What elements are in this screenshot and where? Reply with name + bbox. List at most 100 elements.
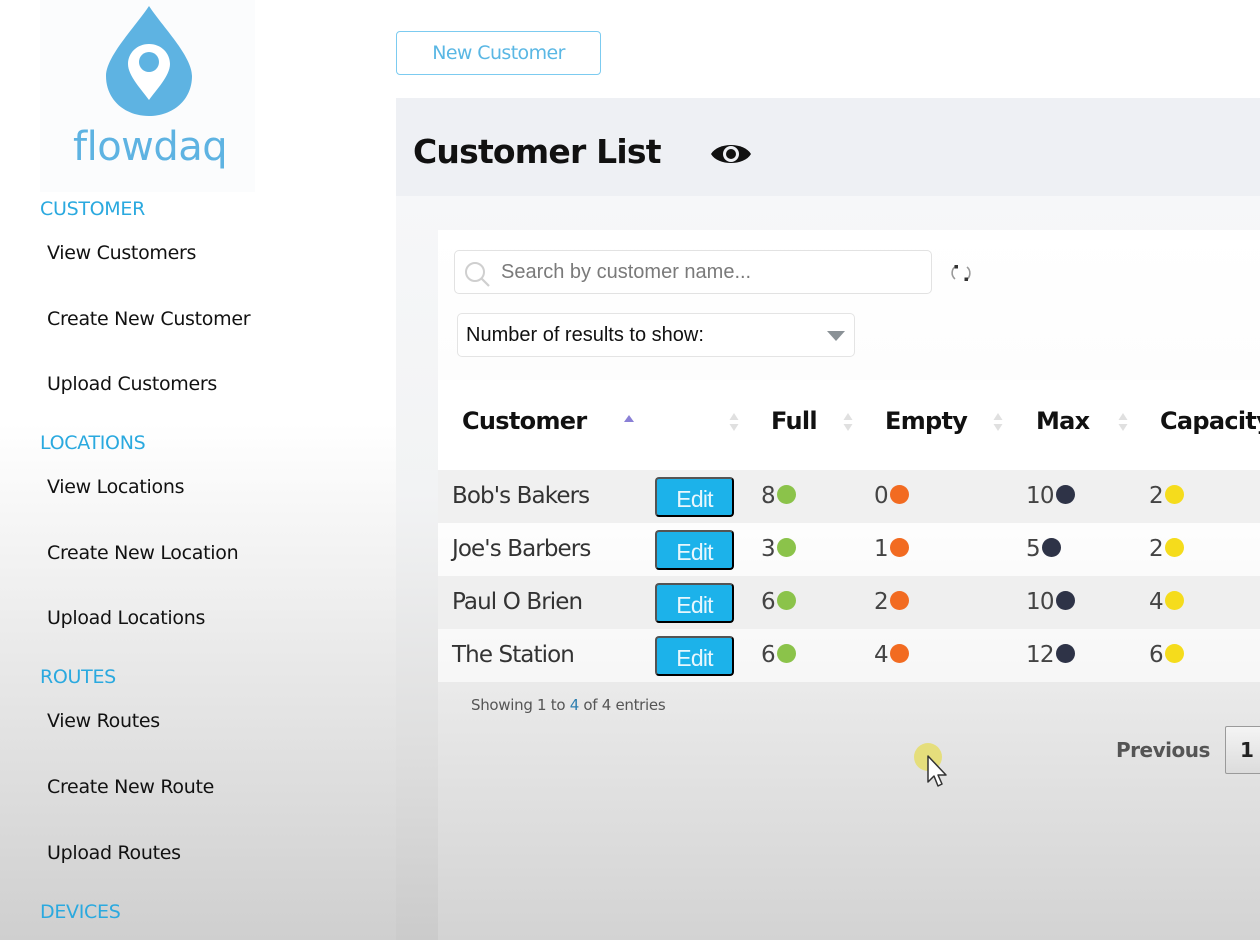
empty-value: 0 <box>874 483 889 509</box>
max-status-dot-icon <box>1041 538 1061 557</box>
max-status-dot-icon <box>1055 591 1075 610</box>
empty-value: 4 <box>874 642 889 668</box>
nav-upload-routes[interactable]: Upload Routes <box>47 842 181 864</box>
table-info: Showing 1 to 4 of 4 entries <box>471 696 666 714</box>
refresh-icon[interactable] <box>950 262 972 284</box>
nav-view-locations[interactable]: View Locations <box>47 476 184 498</box>
info-prefix: Showing 1 to <box>471 696 570 714</box>
column-header-full[interactable]: Full <box>771 407 818 435</box>
capacity-status-dot-icon <box>1164 538 1184 557</box>
empty-status-dot-icon <box>889 485 909 504</box>
capacity-count: 2 <box>1149 536 1184 562</box>
empty-status-dot-icon <box>889 591 909 610</box>
full-count: 6 <box>761 642 796 668</box>
column-header-max[interactable]: Max <box>1036 407 1090 435</box>
capacity-status-dot-icon <box>1164 591 1184 610</box>
chevron-down-icon <box>827 331 845 341</box>
info-highlight: 4 <box>569 696 580 714</box>
nav-upload-customers[interactable]: Upload Customers <box>47 373 217 395</box>
max-status-dot-icon <box>1055 485 1075 504</box>
results-per-page-label: Number of results to show: <box>466 324 704 346</box>
mouse-cursor-icon <box>927 755 947 787</box>
new-customer-button[interactable]: New Customer <box>396 31 601 75</box>
customer-name: Joe's Barbers <box>452 536 591 562</box>
max-value: 5 <box>1026 536 1041 562</box>
capacity-value: 2 <box>1149 536 1164 562</box>
max-count: 10 <box>1026 589 1075 615</box>
empty-count: 1 <box>874 536 909 562</box>
table-row: Bob's Bakers Edit 8 0 10 2 <box>438 470 1260 523</box>
empty-status-dot-icon <box>889 644 909 663</box>
nav-upload-locations[interactable]: Upload Locations <box>47 607 205 629</box>
sort-icon[interactable] <box>843 411 853 433</box>
column-header-empty[interactable]: Empty <box>885 407 968 435</box>
max-count: 5 <box>1026 536 1061 562</box>
nav-view-customers[interactable]: View Customers <box>47 242 196 264</box>
table-header: Customer Full Empty Max Capacity <box>438 380 1260 470</box>
edit-button[interactable]: Edit <box>655 583 734 623</box>
full-value: 8 <box>761 483 776 509</box>
nav-create-new-location[interactable]: Create New Location <box>47 542 239 564</box>
full-value: 3 <box>761 536 776 562</box>
pagination-previous[interactable]: Previous <box>1116 738 1210 762</box>
full-count: 3 <box>761 536 796 562</box>
results-per-page-select[interactable]: Number of results to show: <box>457 313 855 357</box>
full-value: 6 <box>761 589 776 615</box>
capacity-count: 6 <box>1149 642 1184 668</box>
sort-icon[interactable] <box>1118 411 1128 433</box>
full-count: 8 <box>761 483 796 509</box>
column-header-customer[interactable]: Customer <box>462 407 587 435</box>
brand-name: flowdaq <box>73 124 228 170</box>
max-value: 12 <box>1026 642 1054 668</box>
capacity-count: 2 <box>1149 483 1184 509</box>
max-status-dot-icon <box>1055 644 1075 663</box>
empty-count: 0 <box>874 483 909 509</box>
column-header-capacity[interactable]: Capacity <box>1160 407 1260 435</box>
search-input[interactable] <box>501 251 921 293</box>
search-box[interactable] <box>454 250 932 294</box>
pagination-page-1[interactable]: 1 <box>1225 726 1260 774</box>
sort-ascending-icon[interactable] <box>624 411 634 433</box>
section-title-devices: DEVICES <box>40 901 121 923</box>
sort-icon[interactable] <box>729 411 739 433</box>
section-title-routes: ROUTES <box>40 666 116 688</box>
max-count: 10 <box>1026 483 1075 509</box>
empty-status-dot-icon <box>889 538 909 557</box>
table-row: Paul O Brien Edit 6 2 10 4 <box>438 576 1260 629</box>
edit-button[interactable]: Edit <box>655 636 734 676</box>
location-drop-icon <box>106 6 192 116</box>
capacity-status-dot-icon <box>1164 485 1184 504</box>
sort-icon[interactable] <box>993 411 1003 433</box>
empty-count: 4 <box>874 642 909 668</box>
full-status-dot-icon <box>776 644 796 663</box>
customer-name: The Station <box>452 642 575 668</box>
info-suffix: of 4 entries <box>578 696 666 714</box>
full-status-dot-icon <box>776 485 796 504</box>
max-value: 10 <box>1026 589 1054 615</box>
capacity-status-dot-icon <box>1164 644 1184 663</box>
customer-table-card: Number of results to show: Customer Full… <box>438 230 1260 940</box>
sidebar: flowdaq CUSTOMER View Customers Create N… <box>0 0 396 940</box>
capacity-value: 6 <box>1149 642 1164 668</box>
search-icon <box>465 262 490 287</box>
content-area: Number of results to show: Customer Full… <box>396 196 1260 940</box>
max-count: 12 <box>1026 642 1075 668</box>
full-status-dot-icon <box>776 591 796 610</box>
eye-icon[interactable] <box>710 138 752 170</box>
empty-value: 2 <box>874 589 889 615</box>
capacity-count: 4 <box>1149 589 1184 615</box>
customer-name: Paul O Brien <box>452 589 583 615</box>
table-row: Joe's Barbers Edit 3 1 5 2 <box>438 523 1260 576</box>
table-row: The Station Edit 6 4 12 6 <box>438 629 1260 682</box>
full-count: 6 <box>761 589 796 615</box>
empty-value: 1 <box>874 536 889 562</box>
edit-button[interactable]: Edit <box>655 477 734 517</box>
logo[interactable]: flowdaq <box>40 0 255 192</box>
full-status-dot-icon <box>776 538 796 557</box>
page-header: Customer List <box>396 98 1260 196</box>
nav-view-routes[interactable]: View Routes <box>47 710 160 732</box>
empty-count: 2 <box>874 589 909 615</box>
nav-create-new-route[interactable]: Create New Route <box>47 776 214 798</box>
edit-button[interactable]: Edit <box>655 530 734 570</box>
nav-create-new-customer[interactable]: Create New Customer <box>47 308 251 330</box>
